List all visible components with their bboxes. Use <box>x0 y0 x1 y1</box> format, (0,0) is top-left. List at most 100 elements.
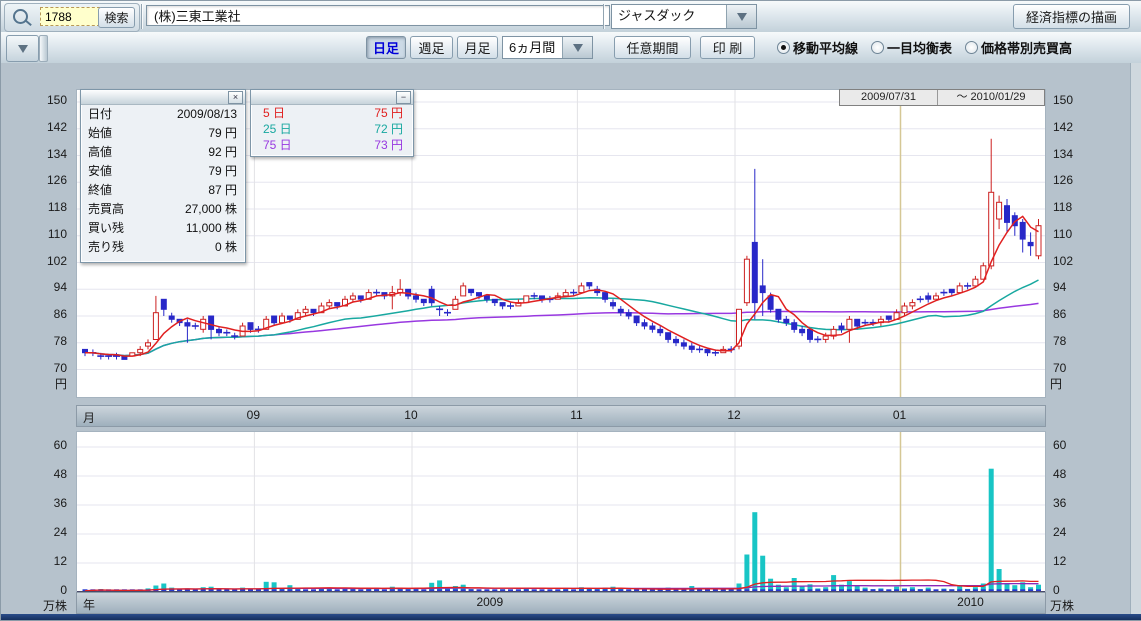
axis-tick-label: 150 <box>1 93 74 107</box>
legend-label: 75 日 <box>263 137 292 153</box>
range-start-date: 2009/07/31 <box>840 90 938 105</box>
axis-tick-label: 70 <box>1 361 74 375</box>
info-label: 始値 <box>88 124 112 143</box>
info-value: 79 円 <box>208 124 237 143</box>
axis-tick-label: 110 <box>1 227 74 241</box>
year-axis-bar: 年 <box>76 592 1046 614</box>
axis-tick-label: 48 <box>1 467 74 481</box>
axis-tick-label: 126 <box>1050 173 1109 187</box>
month-axis-unit: 月 <box>83 409 95 426</box>
axis-tick-label: 86 <box>1 307 74 321</box>
info-value: 87 円 <box>208 181 237 200</box>
axis-tick-label: 142 <box>1050 120 1109 134</box>
year-axis-unit: 年 <box>83 596 95 613</box>
info-label: 売買高 <box>88 200 124 219</box>
exchange-select[interactable]: ジャスダック <box>611 4 757 29</box>
stock-code-input[interactable] <box>40 7 100 26</box>
range-end-date: ～ 2010/01/29 <box>938 90 1044 105</box>
volume-chart-plot[interactable] <box>76 431 1046 594</box>
axis-tick-label: 118 <box>1050 200 1109 214</box>
axis-tick-label: 0 <box>1050 583 1109 597</box>
axis-tick-label: 78 <box>1 334 74 348</box>
info-label: 安値 <box>88 162 112 181</box>
ma-legend-window[interactable]: − 5 日75 円25 日72 円75 日73 円 <box>250 89 414 157</box>
info-label: 終値 <box>88 181 112 200</box>
axis-tick-label: 70 <box>1050 361 1109 375</box>
axis-tick-label: 2009 <box>470 595 510 609</box>
info-row: 終値 87 円 <box>81 181 245 200</box>
legend-row: 75 日 73 円 <box>251 137 413 153</box>
axis-tick-label: 36 <box>1050 496 1109 510</box>
info-value: 11,000 株 <box>186 219 237 238</box>
close-icon[interactable]: × <box>228 91 243 104</box>
radio-selected-icon <box>777 41 790 54</box>
axis-tick-label: 24 <box>1050 525 1109 539</box>
info-value: 2009/08/13 <box>177 105 237 124</box>
range-select[interactable]: 6ヵ月間 <box>502 36 593 59</box>
toolbar-drag-handle[interactable] <box>39 35 48 62</box>
legend-value: 72 円 <box>374 121 403 137</box>
info-row: 買い残 11,000 株 <box>81 219 245 238</box>
radio-ichimoku[interactable]: 一目均衡表 <box>871 38 952 57</box>
radio-label: 一目均衡表 <box>887 38 952 57</box>
axis-tick-label: 10 <box>396 408 426 422</box>
info-row: 売買高 27,000 株 <box>81 200 245 219</box>
price-unit-right: 円 <box>1050 375 1062 392</box>
stock-chart-app: 検索 ジャスダック 経済指標の描画 日足 週足 月足 6ヵ月間 任意期間 印 刷… <box>0 0 1141 621</box>
axis-tick-label: 142 <box>1 120 74 134</box>
axis-tick-label: 94 <box>1050 280 1109 294</box>
info-label: 買い残 <box>88 219 124 238</box>
economic-indicator-button[interactable]: 経済指標の描画 <box>1013 4 1130 29</box>
quote-info-rows: 日付2009/08/13始値79 円高値92 円安値79 円終値87 円売買高2… <box>81 105 245 257</box>
range-select-value: 6ヵ月間 <box>503 37 562 58</box>
radio-unselected-icon <box>871 41 884 54</box>
radio-volume-by-price[interactable]: 価格帯別売買高 <box>965 38 1072 57</box>
ma-legend-rows: 5 日75 円25 日72 円75 日73 円 <box>251 105 413 153</box>
axis-tick-label: 48 <box>1050 467 1109 481</box>
axis-tick-label: 150 <box>1050 93 1109 107</box>
chart-region: 月 年 円 円 万株 万株 × 日付2009/08/13始値79 円高値92 円… <box>1 63 1141 614</box>
info-window-titlebar[interactable]: × <box>81 90 245 105</box>
axis-tick-label: 36 <box>1 496 74 510</box>
stock-name-field[interactable] <box>146 5 610 26</box>
quote-info-window[interactable]: × 日付2009/08/13始値79 円高値92 円安値79 円終値87 円売買… <box>80 89 246 263</box>
legend-window-titlebar[interactable]: − <box>251 90 413 105</box>
custom-period-button[interactable]: 任意期間 <box>614 36 691 59</box>
axis-tick-label: 110 <box>1050 227 1109 241</box>
window-right-edge <box>1130 63 1141 614</box>
date-range-box: 2009/07/31 ～ 2010/01/29 <box>839 89 1045 106</box>
search-button[interactable]: 検索 <box>98 7 135 28</box>
tab-monthly-chart[interactable]: 月足 <box>457 36 498 59</box>
axis-tick-label: 12 <box>1050 554 1109 568</box>
legend-row: 5 日75 円 <box>251 105 413 121</box>
axis-tick-label: 102 <box>1050 254 1109 268</box>
dropdown-arrow-button[interactable] <box>6 35 39 62</box>
info-value: 0 株 <box>215 238 237 257</box>
legend-value: 73 円 <box>374 137 403 153</box>
info-row: 売り残0 株 <box>81 238 245 257</box>
radio-label: 価格帯別売買高 <box>981 38 1072 57</box>
axis-tick-label: 78 <box>1050 334 1109 348</box>
axis-tick-label: 86 <box>1050 307 1109 321</box>
axis-tick-label: 12 <box>719 408 749 422</box>
info-row: 始値 79 円 <box>81 124 245 143</box>
axis-tick-label: 09 <box>238 408 268 422</box>
axis-tick-label: 102 <box>1 254 74 268</box>
tab-weekly-chart[interactable]: 週足 <box>410 36 453 59</box>
minimize-icon[interactable]: − <box>396 91 411 104</box>
overlay-radio-group: 移動平均線 一目均衡表 価格帯別売買高 <box>777 35 1072 60</box>
info-row: 安値 79 円 <box>81 162 245 181</box>
tab-daily-chart[interactable]: 日足 <box>366 36 406 59</box>
range-dropdown-arrow-icon[interactable] <box>562 37 592 58</box>
print-button[interactable]: 印 刷 <box>700 36 755 59</box>
info-value: 27,000 株 <box>185 200 237 219</box>
radio-moving-average[interactable]: 移動平均線 <box>777 38 858 57</box>
exchange-dropdown-arrow-icon[interactable] <box>726 5 756 28</box>
info-value: 79 円 <box>208 162 237 181</box>
axis-tick-label: 60 <box>1050 438 1109 452</box>
axis-tick-label: 0 <box>1 583 74 597</box>
axis-tick-label: 11 <box>561 408 591 422</box>
legend-label: 5 日 <box>263 105 285 121</box>
info-row: 日付2009/08/13 <box>81 105 245 124</box>
window-bottom-edge <box>1 614 1141 620</box>
